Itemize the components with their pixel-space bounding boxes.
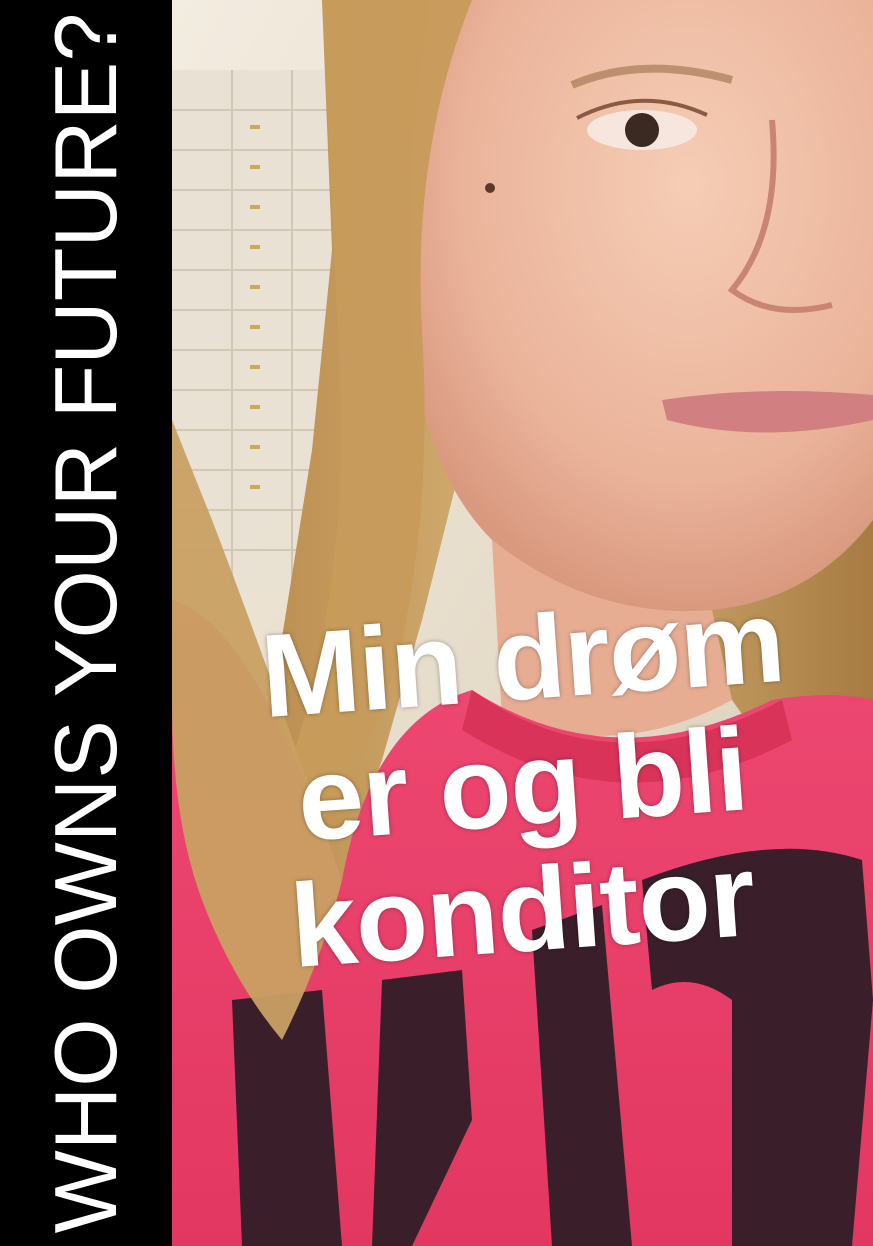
side-band: WHO OWNS YOUR FUTURE?	[0, 0, 172, 1246]
mole	[485, 183, 495, 193]
face	[409, 0, 873, 612]
poster: WHO OWNS YOUR FUTURE? Min drøm er og bli…	[0, 0, 873, 1246]
caption-overlay: Min drøm er og bli konditor	[172, 575, 873, 993]
side-title: WHO OWNS YOUR FUTURE?	[36, 12, 135, 1234]
eye-iris	[625, 113, 659, 147]
